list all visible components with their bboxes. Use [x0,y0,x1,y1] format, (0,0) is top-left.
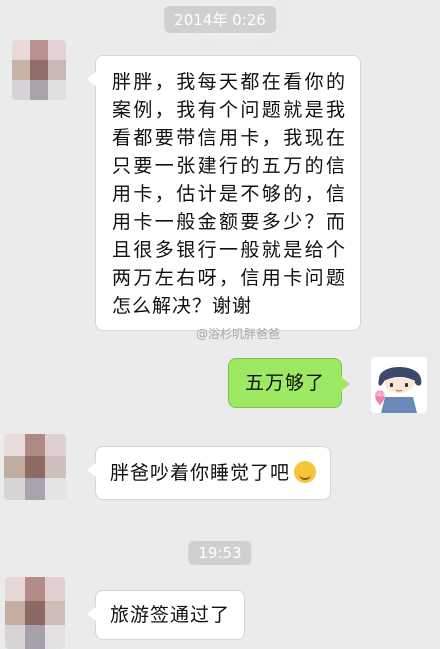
message-text: 胖爸吵着你睡觉了吧 [110,462,291,484]
message-bubble[interactable]: 胖爸吵着你睡觉了吧 [86,446,332,500]
watermark: @浴杉叽胖爸爸 [196,327,281,341]
timestamp: 2014年 0:26 [164,6,276,33]
cartoon-avatar-icon [371,357,427,413]
message-bubble[interactable]: 旅游签通过了 [86,590,246,640]
message-bubble[interactable]: 胖胖，我每天都在看你的案例，我有个问题就是我看都要带信用卡，我现在只要一张建行的… [87,55,361,331]
contact-avatar[interactable] [5,577,65,649]
message-text: 旅游签通过了 [110,604,231,626]
message-text: 五万够了 [245,372,326,394]
message-bubble-outgoing[interactable]: 五万够了 [228,358,351,408]
user-avatar[interactable]: 你是最棒的 [371,357,427,413]
timestamp: 19:53 [188,541,252,565]
contact-avatar[interactable] [12,40,66,100]
contact-avatar[interactable] [4,434,66,500]
avatar-badge: 你是最棒的 [372,392,398,398]
smiling-face-icon [294,461,317,483]
message-text: 胖胖，我每天都在看你的案例，我有个问题就是我看都要带信用卡，我现在只要一张建行的… [112,71,346,317]
